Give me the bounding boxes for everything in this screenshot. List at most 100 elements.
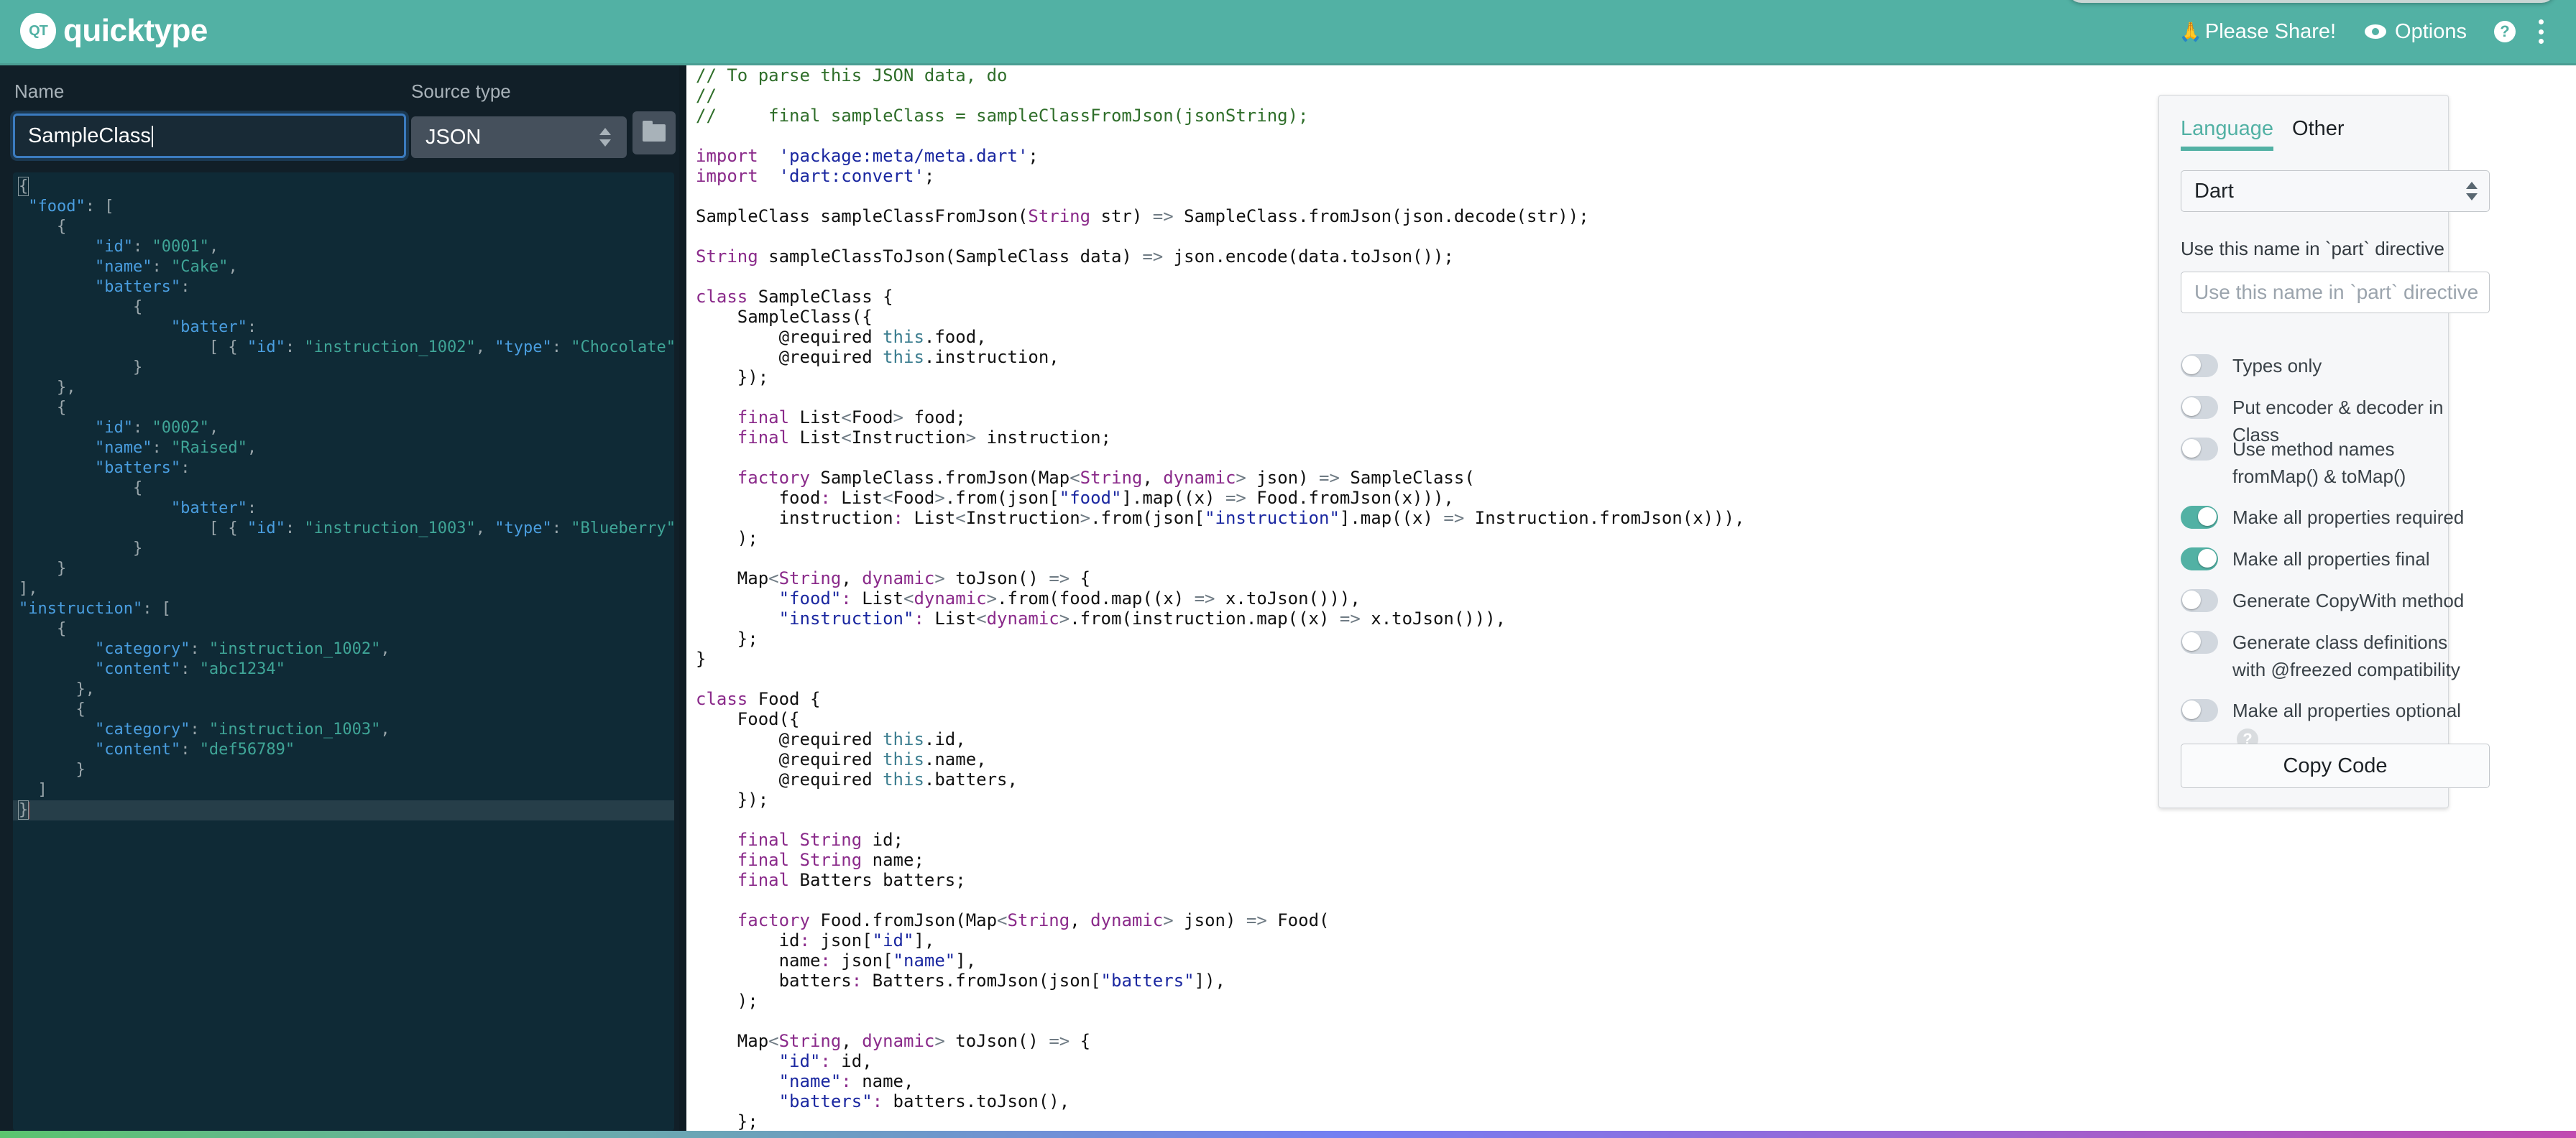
option-row: Generate CopyWith method [2181,587,2477,614]
code-line: name: json["name"], [690,950,2576,971]
code-token: : [841,588,852,609]
json-punct: , [380,640,390,658]
bottom-gradient-bar [0,1131,2576,1138]
option-toggle[interactable] [2181,589,2218,612]
code-token: @required [696,749,883,769]
json-punct: } [19,560,67,578]
code-token: < [883,488,893,508]
code-token: "batters" [778,1091,873,1111]
code-line: "name": name, [690,1071,2576,1091]
code-token: => [1152,206,1174,226]
json-line: "id": "0001", [13,237,674,257]
code-token: Food( [1266,910,1330,930]
code-token: }); [696,790,769,810]
open-file-button[interactable] [632,111,676,154]
code-token: dynamic [862,568,935,588]
code-token: < [841,427,852,448]
code-token: List [851,588,903,609]
json-punct: : [285,519,305,537]
code-token: final [737,830,790,850]
code-token: factory [737,468,810,488]
json-key: "id" [94,238,133,256]
code-token: > [934,488,945,508]
code-token: : [841,1071,852,1091]
code-token: ); [696,528,758,548]
json-punct: , [475,519,495,537]
code-token: @required [696,347,883,367]
code-token: @required [696,769,883,790]
json-punct [19,640,95,658]
name-input[interactable]: SampleClass [13,114,406,158]
code-token: => [1049,568,1070,588]
code-token: "name" [778,1071,842,1091]
json-punct: : [152,258,171,276]
options-toggle-button[interactable]: Options [2365,20,2467,44]
json-source-editor[interactable]: { "food": [ { "id": "0001", "name": "Cak… [13,172,674,1131]
code-token: ); [696,991,758,1011]
app-logo[interactable]: QT quicktype [20,13,208,49]
json-string: "Cake" [170,258,229,276]
option-toggle[interactable] [2181,699,2218,722]
json-punct: , [380,721,390,739]
code-token: id [696,930,800,950]
code-token: String [1007,910,1070,930]
app-header: QT quicktype 🙏 Please Share! Options ? [0,0,2576,65]
code-token: batters [696,971,852,991]
json-string: "instruction_1003" [208,721,381,739]
code-token: id; [862,830,903,850]
tab-language[interactable]: Language [2181,117,2274,151]
option-toggle[interactable] [2181,547,2218,570]
json-string: "0002" [152,419,209,437]
json-punct: : [190,640,209,658]
option-label-text: Generate class definitions with @freezed… [2232,632,2460,680]
code-token: instruction; [976,427,1111,448]
json-punct: { [19,479,143,497]
code-token: "food" [1059,488,1122,508]
toggle-knob [2182,439,2201,458]
code-token: String [778,1031,842,1051]
code-token: json) [1173,910,1246,930]
json-line: "name": "Cake", [13,257,674,277]
more-menu-icon[interactable] [2537,19,2544,44]
code-token: > [934,1031,945,1051]
option-toggle[interactable] [2181,631,2218,654]
please-share-button[interactable]: 🙏 Please Share! [2179,20,2337,44]
json-punct: [ { [19,519,247,537]
code-token: List [789,427,842,448]
option-toggle[interactable] [2181,438,2218,461]
option-toggle[interactable] [2181,506,2218,529]
copy-code-button[interactable]: Copy Code [2181,744,2490,788]
json-key: "batters" [94,278,181,296]
json-key: "content" [94,741,181,759]
help-icon[interactable]: ? [2494,21,2516,42]
json-punct [19,459,95,477]
code-token: < [976,609,987,629]
code-token: .instruction, [924,347,1059,367]
source-type-select[interactable]: JSON [411,116,627,158]
json-line: } [13,539,674,559]
json-key: "category" [94,721,190,739]
code-token: , [1142,468,1164,488]
language-select[interactable]: Dart [2181,170,2490,212]
part-directive-input[interactable]: Use this name in `part` directive [2181,272,2490,313]
option-toggle[interactable] [2181,354,2218,377]
code-token: x.toJson())), [1360,609,1506,629]
json-punct: { [19,399,67,417]
code-token: @required [696,729,883,749]
json-punct: { [19,298,143,316]
name-label: Name [14,80,65,102]
source-panel-scrollbar[interactable] [679,65,686,1131]
json-punct: : [551,338,571,356]
text-caret [151,126,153,148]
json-key: "name" [94,258,152,276]
code-token: this [883,749,924,769]
tab-other[interactable]: Other [2292,117,2345,151]
json-punct: , [228,258,238,276]
option-toggle[interactable] [2181,396,2218,419]
json-punct: : [132,238,152,256]
code-token: Food.fromJson(Map [809,910,998,930]
json-string: "Raised" [170,439,247,457]
code-token: Food.fromJson(x))), [1246,488,1454,508]
